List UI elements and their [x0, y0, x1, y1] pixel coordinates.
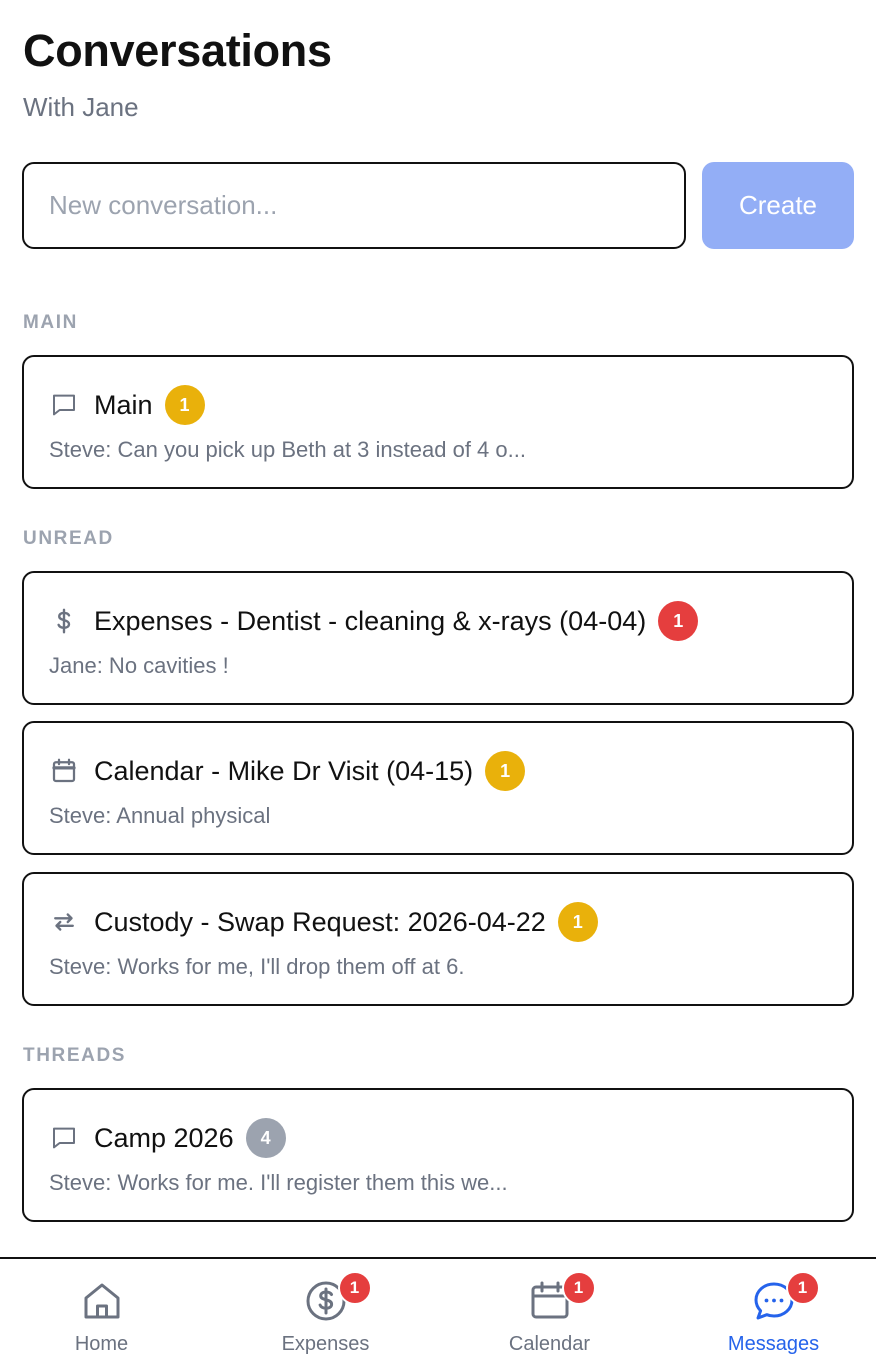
tab-label: Expenses	[281, 1333, 370, 1355]
conversation-preview: Steve: Annual physical	[49, 803, 271, 828]
conversation-card-calendar[interactable]: Calendar - Mike Dr Visit (04-15) 1 Steve…	[22, 721, 854, 855]
create-button[interactable]: Create	[702, 162, 854, 249]
conversation-title: Calendar - Mike Dr Visit (04-15)	[94, 755, 474, 786]
notification-badge: 1	[337, 1271, 372, 1305]
tab-label: Messages	[727, 1333, 820, 1355]
unread-badge: 1	[557, 902, 598, 942]
tab-messages[interactable]: 1 Messages	[664, 1259, 876, 1372]
calendar-icon	[48, 755, 80, 787]
tab-expenses[interactable]: 1 Expenses	[216, 1259, 435, 1372]
conversation-card-main[interactable]: Main 1 Steve: Can you pick up Beth at 3 …	[22, 355, 854, 489]
conversation-preview: Steve: Works for me, I'll drop them off …	[49, 954, 465, 979]
conversation-preview: Jane: No cavities !	[49, 653, 229, 678]
tab-label: Calendar	[508, 1333, 591, 1355]
tab-label: Home	[74, 1333, 129, 1355]
chat-bubble-icon	[48, 389, 80, 421]
conversation-title: Camp 2026	[94, 1122, 234, 1153]
dollar-circle-icon: 1	[302, 1271, 372, 1325]
conversation-card-custody[interactable]: Custody - Swap Request: 2026-04-22 1 Ste…	[22, 872, 854, 1006]
unread-badge: 1	[164, 385, 205, 425]
conversation-preview: Steve: Can you pick up Beth at 3 instead…	[49, 437, 526, 462]
swap-arrows-icon	[48, 906, 80, 938]
conversation-title: Main	[94, 389, 153, 420]
conversation-card-expenses[interactable]: Expenses - Dentist - cleaning & x-rays (…	[22, 571, 854, 705]
page-header: Conversations With Jane	[23, 24, 332, 123]
unread-badge: 4	[245, 1118, 286, 1158]
home-icon	[78, 1277, 126, 1325]
unread-badge: 1	[658, 601, 699, 641]
conversation-preview: Steve: Works for me. I'll register them …	[49, 1170, 508, 1195]
dollar-icon	[48, 605, 80, 637]
section-label-main: MAIN	[23, 312, 78, 333]
tab-calendar[interactable]: 1 Calendar	[440, 1259, 659, 1372]
tab-home[interactable]: Home	[0, 1259, 211, 1372]
section-label-unread: UNREAD	[23, 528, 114, 549]
page-title: Conversations	[23, 25, 332, 76]
chat-bubble-icon	[48, 1122, 80, 1154]
conversation-title: Expenses - Dentist - cleaning & x-rays (…	[94, 605, 647, 636]
new-conversation-form: Create	[22, 162, 854, 249]
page-subtitle: With Jane	[23, 92, 139, 122]
conversation-title: Custody - Swap Request: 2026-04-22	[94, 906, 546, 937]
section-label-threads: THREADS	[23, 1045, 127, 1066]
conversation-card-camp[interactable]: Camp 2026 4 Steve: Works for me. I'll re…	[22, 1088, 854, 1222]
notification-badge: 1	[785, 1271, 820, 1305]
unread-badge: 1	[485, 751, 526, 791]
new-conversation-input[interactable]	[22, 162, 686, 249]
calendar-icon: 1	[526, 1271, 596, 1325]
bottom-tab-bar: Home 1 Expenses 1 Calendar 1 Messages	[0, 1257, 876, 1372]
notification-badge: 1	[561, 1271, 596, 1305]
message-bubble-icon: 1	[750, 1271, 820, 1325]
